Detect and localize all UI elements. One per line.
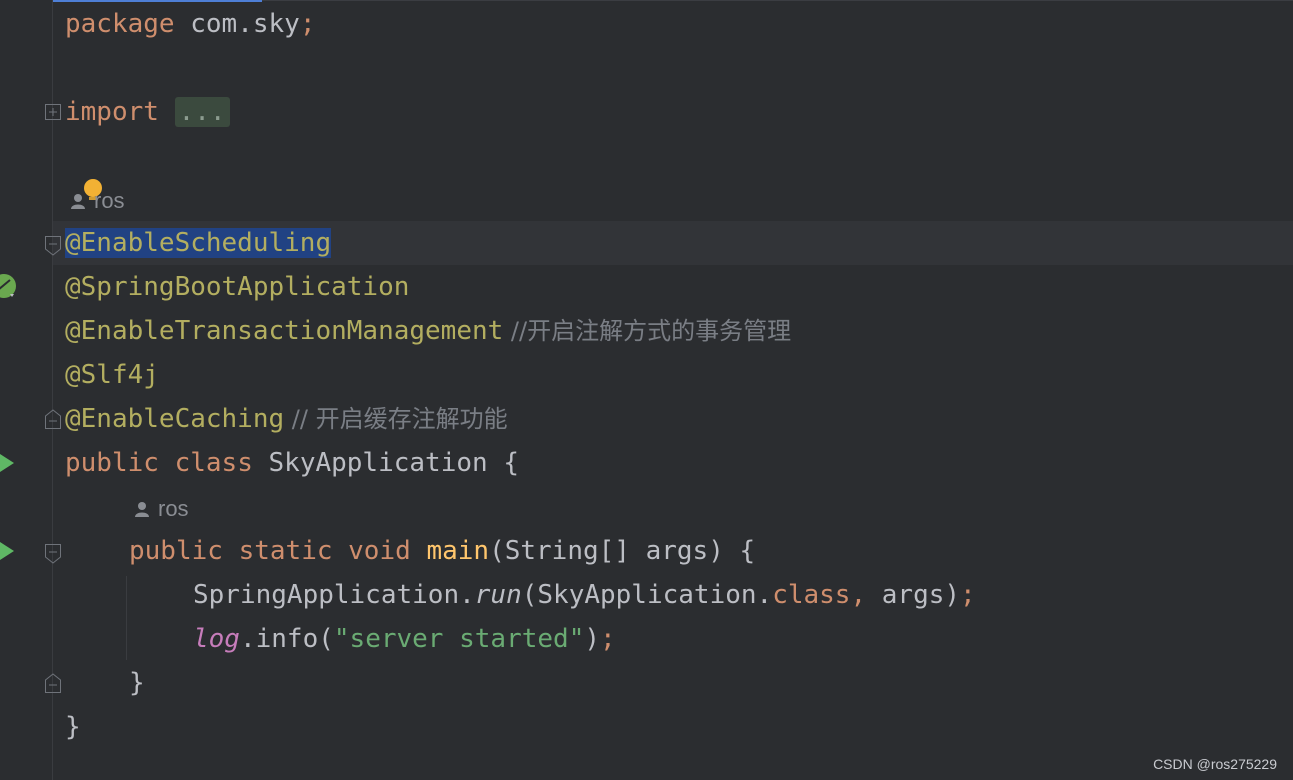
keyword-class-literal: class bbox=[772, 580, 851, 610]
code-line-import[interactable]: import ... bbox=[65, 90, 230, 134]
fold-imports-icon[interactable] bbox=[44, 102, 62, 124]
person-icon bbox=[71, 194, 85, 209]
spring-application-ref: SpringApplication. bbox=[193, 580, 475, 610]
indent-guide bbox=[126, 576, 127, 660]
annotation-spring-boot-application[interactable]: @SpringBootApplication bbox=[65, 272, 409, 302]
keyword-import: import bbox=[65, 97, 159, 127]
person-icon bbox=[135, 502, 149, 517]
keyword-static: static bbox=[238, 536, 333, 566]
class-name: SkyApplication { bbox=[252, 448, 519, 478]
annotation-enable-caching[interactable]: @EnableCaching bbox=[65, 404, 284, 434]
run-main-icon[interactable] bbox=[0, 540, 14, 562]
keyword-public: public bbox=[65, 448, 159, 478]
code-line-class-decl[interactable]: public class SkyApplication { bbox=[65, 441, 519, 485]
code-line-enable-caching[interactable]: @EnableCaching // 开启缓存注解功能 bbox=[65, 397, 508, 441]
semicolon: ; bbox=[299, 9, 316, 39]
fold-method-start-icon[interactable] bbox=[44, 542, 62, 564]
keyword-void: void bbox=[348, 536, 411, 566]
code-line-method-close[interactable]: } bbox=[129, 661, 145, 705]
code-line-main-decl[interactable]: public static void main(String[] args) { bbox=[129, 529, 755, 573]
code-line-class-close[interactable]: } bbox=[65, 705, 81, 749]
class-close-brace: } bbox=[65, 712, 81, 742]
run-args-end: args) bbox=[866, 580, 961, 610]
watermark: CSDN @ros275229 bbox=[1153, 756, 1277, 772]
fold-method-end-icon[interactable] bbox=[44, 672, 62, 694]
author-hint-class[interactable]: ros bbox=[70, 186, 125, 216]
log-info-call: .info( bbox=[239, 624, 334, 654]
run-class-icon[interactable] bbox=[0, 452, 14, 474]
keyword-package: package bbox=[65, 9, 175, 39]
code-line-package[interactable]: package com.sky; bbox=[65, 2, 315, 46]
keyword-class: class bbox=[174, 448, 253, 478]
main-params: (String[] args) { bbox=[489, 536, 756, 566]
string-literal: "server started" bbox=[333, 624, 585, 654]
run-args-start: (SkyApplication. bbox=[521, 580, 773, 610]
folded-imports-chip[interactable]: ... bbox=[174, 97, 230, 127]
comment-transaction: //开启注解方式的事务管理 bbox=[503, 317, 792, 345]
method-close-brace: } bbox=[129, 668, 145, 698]
code-line-spring-boot-application[interactable]: @SpringBootApplication bbox=[65, 265, 409, 309]
code-line-log-info[interactable]: log.info("server started"); bbox=[193, 617, 616, 661]
author-hint-method[interactable]: ros bbox=[134, 494, 189, 524]
fold-annotations-end-icon[interactable] bbox=[44, 408, 62, 430]
annotation-slf4j[interactable]: @Slf4j bbox=[65, 360, 159, 390]
semicolon: ; bbox=[960, 580, 976, 610]
fold-class-start-icon[interactable] bbox=[44, 234, 62, 256]
log-field[interactable]: log bbox=[193, 624, 240, 654]
code-line-spring-run[interactable]: SpringApplication.run(SkyApplication.cla… bbox=[193, 573, 976, 617]
keyword-public: public bbox=[129, 536, 223, 566]
method-run[interactable]: run bbox=[475, 580, 522, 610]
annotation-enable-scheduling[interactable]: @EnableScheduling bbox=[65, 228, 332, 258]
close-paren: ) bbox=[584, 624, 600, 654]
comment-caching: // 开启缓存注解功能 bbox=[284, 405, 508, 433]
comma: , bbox=[850, 580, 867, 610]
code-line-enable-scheduling[interactable]: @EnableScheduling bbox=[65, 221, 332, 265]
spring-bean-gutter-icon[interactable] bbox=[0, 272, 20, 302]
code-line-enable-transaction[interactable]: @EnableTransactionManagement //开启注解方式的事务… bbox=[65, 309, 791, 353]
top-divider bbox=[262, 0, 1293, 1]
semicolon: ; bbox=[600, 624, 616, 654]
method-name-main[interactable]: main bbox=[426, 536, 489, 566]
annotation-enable-transaction-management[interactable]: @EnableTransactionManagement bbox=[65, 316, 503, 346]
author-name: ros bbox=[158, 496, 189, 521]
code-line-slf4j[interactable]: @Slf4j bbox=[65, 353, 159, 397]
author-name: ros bbox=[94, 188, 125, 213]
package-name: com.sky bbox=[174, 9, 300, 39]
